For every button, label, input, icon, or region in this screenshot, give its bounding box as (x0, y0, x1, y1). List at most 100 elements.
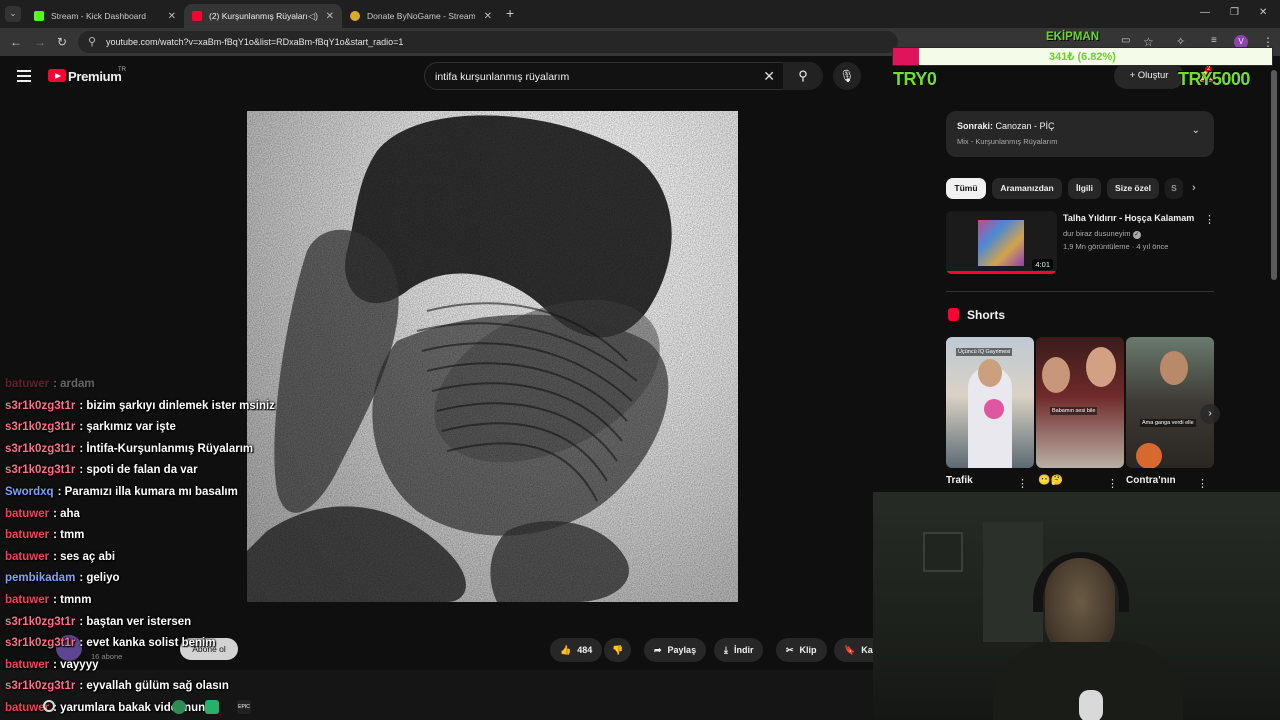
search-input[interactable]: intifa kurşunlanmış rüyalarım ✕ (424, 62, 786, 90)
chat-text: tmm (60, 529, 85, 542)
chat-text: evet kanka solist benim (86, 637, 216, 650)
youtube-premium-wordmark[interactable]: Premium (68, 69, 122, 84)
chat-message: s3r1k0zg3t1r: spoti de falan da var (5, 464, 198, 476)
chat-text: ses aç abi (60, 550, 116, 563)
more-options-icon[interactable]: ⋮ (1017, 477, 1028, 490)
chat-message: Swordxq: Paramızı illa kumara mı basalım (5, 486, 238, 498)
verified-icon: ✓ (1132, 231, 1141, 239)
short-title[interactable]: Trafik (946, 475, 973, 486)
up-next-card[interactable]: Sonraki: Canozan - PİÇ Mix - Kurşunlanmı… (946, 111, 1214, 157)
like-button[interactable]: 👍 484 (550, 638, 603, 662)
back-icon[interactable]: ← (10, 35, 22, 49)
download-button[interactable]: ⤓ İndir (714, 638, 764, 662)
tab-label: Donate ByNoGame - Streamer (367, 11, 475, 21)
chat-username[interactable]: s3r1k0zg3t1r (5, 616, 75, 628)
search-taskbar-icon[interactable] (43, 700, 55, 712)
short-title[interactable]: Contra'nın (1126, 475, 1176, 486)
video-player[interactable] (247, 111, 738, 602)
more-options-icon[interactable]: ⋮ (1107, 477, 1118, 490)
chip-all[interactable]: Tümü (946, 178, 986, 199)
tab-search-icon[interactable]: ⌄ (5, 6, 21, 22)
basketball-prop (1136, 443, 1162, 468)
url-field[interactable]: ⚲ youtube.com/watch?v=xaBm-fBqY1o&list=R… (78, 31, 898, 53)
tab-kick-dashboard[interactable]: Stream - Kick Dashboard ✕ (26, 4, 184, 28)
chip-from-search[interactable]: Aramanızdan (992, 178, 1062, 199)
clear-search-icon[interactable]: ✕ (763, 68, 775, 85)
short-thumbnail[interactable]: Babamın sesi bile (1036, 337, 1124, 468)
chat-text: eyvallah gülüm sağ olasın (86, 680, 229, 693)
share-button[interactable]: ➦ Paylaş (644, 638, 707, 662)
chat-username[interactable]: s3r1k0zg3t1r (5, 464, 75, 476)
up-next-title: Sonraki: Canozan - PİÇ (957, 121, 1055, 131)
short-caption: Ama ganga verdi elle (1140, 419, 1196, 427)
related-video-channel[interactable]: dur biraz dusuneyim ✓ (1063, 229, 1141, 239)
youtube-logo-icon[interactable] (48, 69, 66, 82)
chip-for-you[interactable]: Size özel (1107, 178, 1159, 199)
person-head (978, 359, 1002, 387)
chat-username[interactable]: batuwer (5, 594, 49, 606)
thumbs-up-icon: 👍 (560, 644, 572, 655)
reading-list-icon[interactable]: ≡ (1211, 35, 1217, 46)
chat-username[interactable]: s3r1k0zg3t1r (5, 400, 75, 412)
chat-username[interactable]: batuwer (5, 378, 49, 390)
chat-username[interactable]: s3r1k0zg3t1r (5, 443, 75, 455)
chat-username[interactable]: s3r1k0zg3t1r (5, 680, 75, 692)
chat-username[interactable]: batuwer (5, 659, 49, 671)
site-info-icon[interactable]: ⚲ (88, 35, 96, 48)
close-tab-icon[interactable]: ✕ (326, 11, 334, 22)
related-video-thumbnail[interactable]: 4:01 (946, 211, 1057, 274)
short-thumbnail[interactable]: Ama ganga verdi elle (1126, 337, 1214, 468)
person-head (1042, 357, 1070, 393)
tab-bynogame[interactable]: Donate ByNoGame - Streamer ✕ (342, 4, 500, 28)
related-video-meta: 1,9 Mn görüntüleme · 4 yıl önce (1063, 242, 1169, 251)
page-scrollbar[interactable] (1271, 70, 1277, 280)
download-icon: ⤓ (724, 644, 728, 655)
more-options-icon[interactable]: ⋮ (1197, 477, 1208, 490)
chat-username[interactable]: s3r1k0zg3t1r (5, 421, 75, 433)
close-tab-icon[interactable]: ✕ (168, 11, 176, 22)
save-button[interactable]: 🔖 Ka (834, 638, 873, 662)
shorts-next-button[interactable]: › (1200, 404, 1220, 424)
epic-games-icon[interactable]: EPIC (237, 700, 251, 714)
hamburger-menu-icon[interactable] (17, 70, 31, 82)
album-art (247, 111, 738, 602)
new-tab-button[interactable]: + (506, 5, 514, 21)
reload-icon[interactable]: ↻ (57, 35, 67, 49)
chat-message: s3r1k0zg3t1r: şarkımız var işte (5, 421, 176, 433)
chat-username[interactable]: batuwer (5, 551, 49, 563)
related-video-title[interactable]: Talha Yıldırır - Hoşça Kalamam (1063, 213, 1194, 223)
clip-button[interactable]: ✂ Klip (776, 638, 827, 662)
dislike-button[interactable]: 👎 (604, 638, 632, 662)
short-caption: Babamın sesi bile (1050, 407, 1098, 415)
chat-username[interactable]: batuwer (5, 508, 49, 520)
forward-icon[interactable]: → (34, 35, 46, 49)
chip-related[interactable]: İlgili (1068, 178, 1101, 199)
audio-playing-icon[interactable]: ◁) (308, 11, 318, 22)
app-taskbar-icon[interactable] (205, 700, 219, 714)
chat-username[interactable]: s3r1k0zg3t1r (5, 637, 75, 649)
close-tab-icon[interactable]: ✕ (484, 11, 492, 22)
chat-text: baştan ver istersen (86, 615, 192, 628)
youtube-icon (192, 11, 202, 21)
chat-username[interactable]: pembikadam (5, 572, 75, 584)
create-button[interactable]: + Oluştur (1114, 63, 1184, 89)
cast-icon[interactable]: ▭ (1121, 35, 1130, 46)
chat-username[interactable]: Swordxq (5, 486, 54, 498)
voice-search-button[interactable]: 🎙 (833, 62, 861, 90)
app-taskbar-icon[interactable] (172, 700, 186, 714)
minimize-icon[interactable]: — (1200, 7, 1210, 18)
short-thumbnail[interactable]: Üçüncü IQ Gayrimesi (946, 337, 1034, 468)
more-options-icon[interactable]: ⋮ (1204, 213, 1215, 226)
search-button[interactable]: ⚲ (783, 62, 823, 90)
chat-text: geliyo (86, 572, 120, 585)
restore-icon[interactable]: ❐ (1230, 7, 1239, 18)
chevron-right-icon[interactable]: › (1192, 182, 1196, 194)
close-window-icon[interactable]: ✕ (1259, 7, 1267, 18)
short-title[interactable]: 😶🤔 (1038, 475, 1063, 486)
chip-more[interactable]: S (1165, 178, 1183, 199)
chat-message: batuwer: aha (5, 508, 80, 520)
chat-username[interactable]: batuwer (5, 529, 49, 541)
chat-text: spoti de falan da var (86, 464, 198, 477)
tab-youtube[interactable]: (2) Kurşunlanmış Rüyaları ◁) ✕ (184, 4, 342, 28)
chevron-down-icon[interactable]: ⌄ (1192, 125, 1200, 136)
